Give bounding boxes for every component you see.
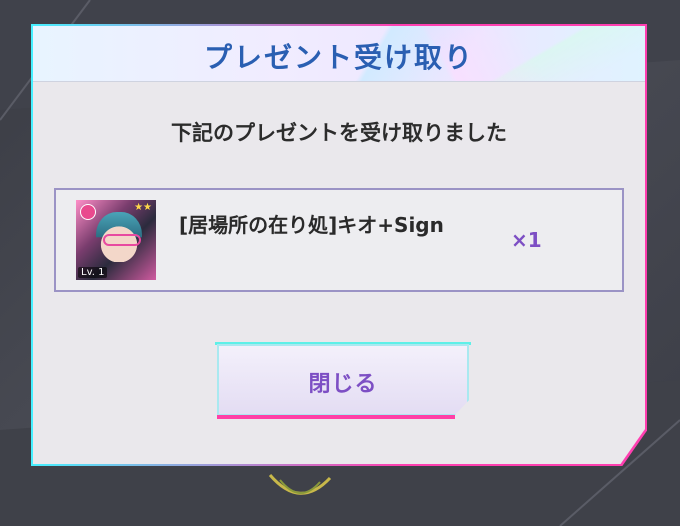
- item-quantity: ×1: [511, 228, 542, 252]
- item-name: [居場所の在り処]キオ+Sign: [179, 213, 444, 237]
- glasses-decoration: [103, 234, 141, 246]
- card-level: Lv. 1: [78, 267, 108, 278]
- dialog-title: プレゼント受け取り: [203, 41, 474, 74]
- button-bottom-edge: [217, 415, 455, 419]
- close-button[interactable]: 閉じる: [215, 342, 471, 419]
- close-button-label: 閉じる: [308, 372, 378, 397]
- dialog-title-bar: プレゼント受け取り: [33, 26, 645, 82]
- star-icon: ★★: [134, 202, 152, 213]
- received-item-row: ★★ Lv. 1 [居場所の在り処]キオ+Sign ×1: [54, 188, 624, 292]
- character-card-icon: ★★ Lv. 1: [76, 200, 156, 280]
- emblem-icon: [80, 204, 96, 220]
- present-received-dialog: プレゼント受け取り 下記のプレゼントを受け取りました ★★ Lv. 1 [居場所…: [33, 26, 645, 464]
- dialog-message: 下記のプレゼントを受け取りました: [171, 121, 507, 145]
